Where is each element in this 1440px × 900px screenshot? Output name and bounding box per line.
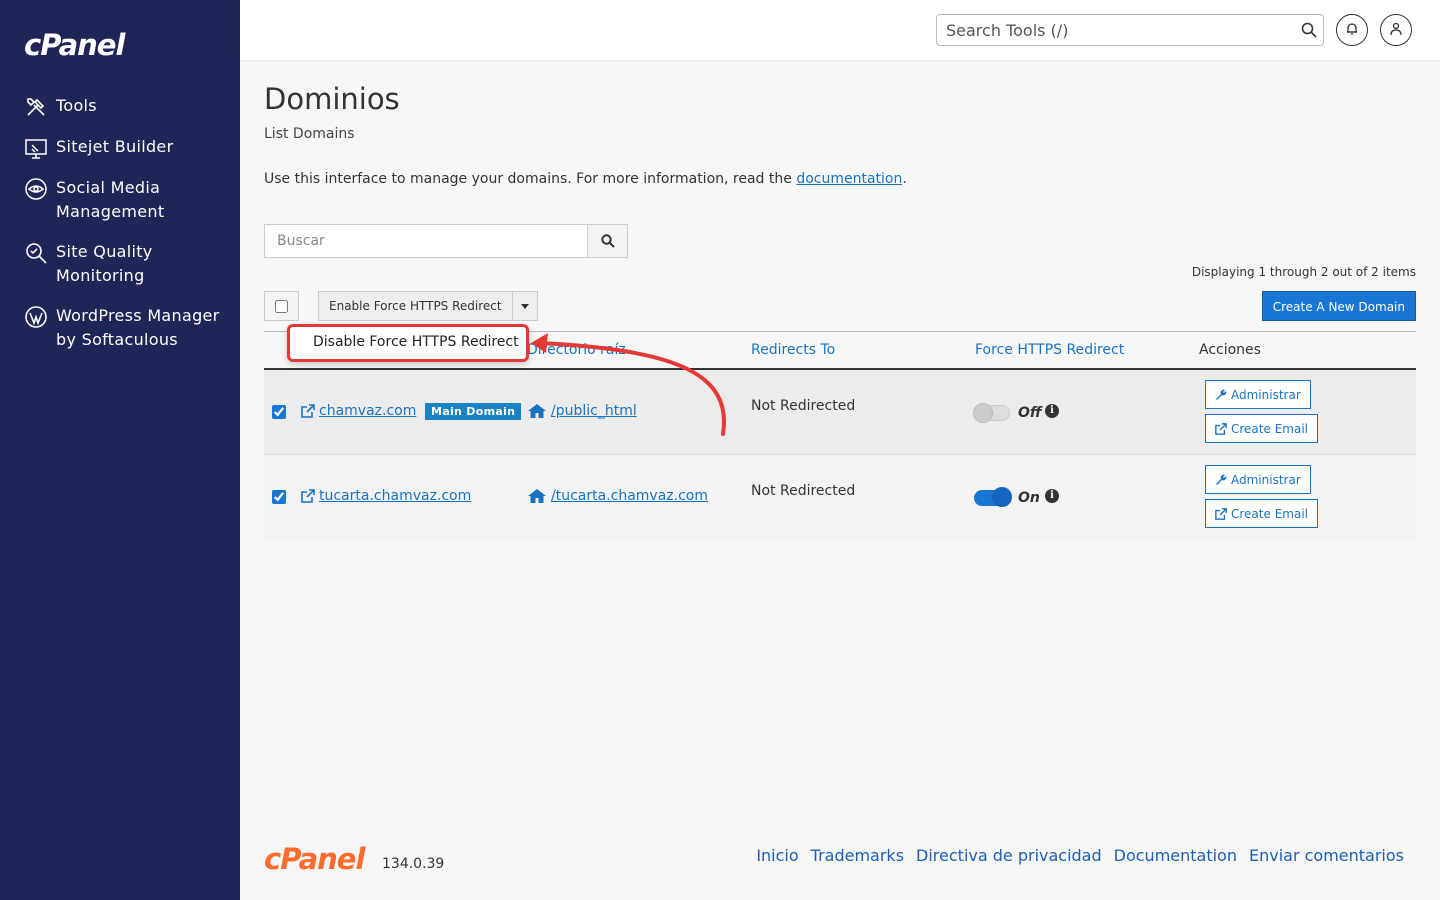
- home-icon: [528, 404, 546, 418]
- redirect-status: Not Redirected: [751, 398, 856, 414]
- footer-version: 134.0.39: [382, 856, 445, 872]
- create-email-label[interactable]: Create Email: [1231, 507, 1308, 521]
- footer-link-trademarks[interactable]: Trademarks: [811, 846, 904, 865]
- create-email-button[interactable]: Create Email: [1205, 499, 1318, 528]
- table-row: chamvaz.com Main Domain /public_html Not…: [264, 370, 1416, 455]
- footer-link-documentation[interactable]: Documentation: [1114, 846, 1237, 865]
- documentation-link[interactable]: documentation: [796, 171, 902, 187]
- tools-icon: [24, 95, 48, 119]
- select-all-checkbox[interactable]: [275, 299, 288, 313]
- notifications-button[interactable]: [1336, 14, 1368, 46]
- footer-link-feedback[interactable]: Enviar comentarios: [1249, 846, 1404, 865]
- intro-body: Use this interface to manage your domain…: [264, 171, 797, 187]
- search-tools-input[interactable]: [937, 16, 1295, 44]
- column-actions: Acciones: [1199, 342, 1261, 358]
- external-link-icon: [301, 489, 315, 503]
- cpanel-logo[interactable]: cPanel: [24, 28, 125, 62]
- pagination-summary: Displaying 1 through 2 out of 2 items: [1191, 265, 1416, 279]
- intro-end: .: [902, 171, 907, 187]
- user-icon: [1389, 21, 1403, 40]
- domain-search-input[interactable]: [265, 225, 587, 257]
- footer-link-privacy[interactable]: Directiva de privacidad: [916, 846, 1102, 865]
- docroot-path[interactable]: /public_html: [551, 403, 637, 419]
- social-media-icon: [24, 177, 48, 201]
- sidebar-item-site-quality[interactable]: Site Quality Monitoring: [24, 240, 224, 288]
- bulk-action-label[interactable]: Enable Force HTTPS Redirect: [319, 292, 513, 320]
- page-title: Dominios: [264, 82, 400, 116]
- sidebar-item-label: Social Media Management: [56, 178, 165, 221]
- sidebar: cPanel Tools Sitejet Builder Social Medi…: [0, 0, 240, 900]
- home-icon: [528, 489, 546, 503]
- footer-link-inicio[interactable]: Inicio: [756, 846, 798, 865]
- row-checkbox[interactable]: [272, 405, 286, 419]
- https-state: Off: [1018, 405, 1042, 421]
- docroot-link[interactable]: /tucarta.chamvaz.com: [527, 488, 708, 504]
- sidebar-nav: Tools Sitejet Builder Social Media Manag…: [24, 94, 224, 368]
- sidebar-item-sitejet[interactable]: Sitejet Builder: [24, 135, 224, 160]
- table-row: tucarta.chamvaz.com /tucarta.chamvaz.com…: [264, 455, 1416, 540]
- bulk-action-dropdown: Disable Force HTTPS Redirect: [287, 324, 529, 362]
- wordpress-icon: [24, 305, 48, 329]
- sidebar-item-label: Tools: [56, 96, 97, 115]
- domain-name[interactable]: chamvaz.com: [319, 403, 416, 419]
- bulk-action-button[interactable]: Enable Force HTTPS Redirect: [318, 291, 538, 321]
- main-domain-badge: Main Domain: [425, 403, 522, 420]
- search-tools-box[interactable]: [936, 14, 1324, 46]
- domain-search-button[interactable]: [587, 225, 627, 257]
- site-quality-icon: [24, 241, 48, 265]
- domain-link[interactable]: tucarta.chamvaz.com: [301, 488, 471, 504]
- row-checkbox[interactable]: [272, 490, 286, 504]
- disable-https-option[interactable]: Disable Force HTTPS Redirect: [313, 334, 519, 350]
- wrench-icon: [1216, 389, 1227, 400]
- top-bar: [240, 0, 1440, 60]
- footer-links: Inicio Trademarks Directiva de privacida…: [756, 846, 1404, 865]
- search-icon[interactable]: [1295, 22, 1323, 38]
- manage-label[interactable]: Administrar: [1231, 473, 1301, 487]
- docroot-link[interactable]: /public_html: [527, 403, 637, 419]
- manage-button[interactable]: Administrar: [1205, 465, 1311, 494]
- info-icon[interactable]: i: [1045, 404, 1059, 418]
- info-icon[interactable]: i: [1045, 489, 1059, 503]
- https-state: On: [1018, 490, 1040, 506]
- https-toggle[interactable]: [974, 487, 1012, 507]
- redirect-status: Not Redirected: [751, 483, 856, 499]
- bell-icon: [1345, 21, 1359, 40]
- caret-down-icon[interactable]: [513, 292, 537, 320]
- intro-text: Use this interface to manage your domain…: [264, 171, 907, 187]
- search-icon: [600, 234, 615, 248]
- sidebar-item-tools[interactable]: Tools: [24, 94, 224, 119]
- sidebar-item-social-media[interactable]: Social Media Management: [24, 176, 224, 224]
- create-domain-button[interactable]: Create A New Domain: [1261, 291, 1416, 321]
- footer-cpanel-logo: cPanel: [264, 842, 365, 876]
- external-link-icon: [1215, 422, 1227, 435]
- external-link-icon: [301, 404, 315, 418]
- sidebar-item-label: Site Quality Monitoring: [56, 242, 153, 285]
- domain-link[interactable]: chamvaz.com: [301, 403, 416, 419]
- https-toggle[interactable]: [973, 403, 1010, 423]
- wrench-icon: [1216, 474, 1227, 485]
- sidebar-item-wordpress[interactable]: WordPress Manager by Softaculous: [24, 304, 224, 352]
- external-link-icon: [1215, 507, 1227, 520]
- domain-name[interactable]: tucarta.chamvaz.com: [319, 488, 471, 504]
- docroot-path[interactable]: /tucarta.chamvaz.com: [551, 488, 708, 504]
- column-redirects[interactable]: Redirects To: [751, 342, 835, 358]
- create-email-label[interactable]: Create Email: [1231, 422, 1308, 436]
- column-docroot[interactable]: Directorio raíz: [527, 342, 626, 358]
- manage-label[interactable]: Administrar: [1231, 388, 1301, 402]
- domain-search: [264, 224, 628, 258]
- manage-button[interactable]: Administrar: [1205, 380, 1311, 409]
- sidebar-item-label: WordPress Manager by Softaculous: [56, 306, 220, 349]
- create-email-button[interactable]: Create Email: [1205, 414, 1318, 443]
- column-https[interactable]: Force HTTPS Redirect: [975, 342, 1124, 358]
- toggle-knob: [973, 403, 993, 423]
- page-subtitle: List Domains: [264, 126, 355, 142]
- sitejet-icon: [24, 136, 48, 160]
- toggle-knob: [992, 487, 1012, 507]
- select-all[interactable]: [264, 291, 299, 321]
- sidebar-item-label: Sitejet Builder: [56, 137, 174, 156]
- user-menu-button[interactable]: [1380, 14, 1412, 46]
